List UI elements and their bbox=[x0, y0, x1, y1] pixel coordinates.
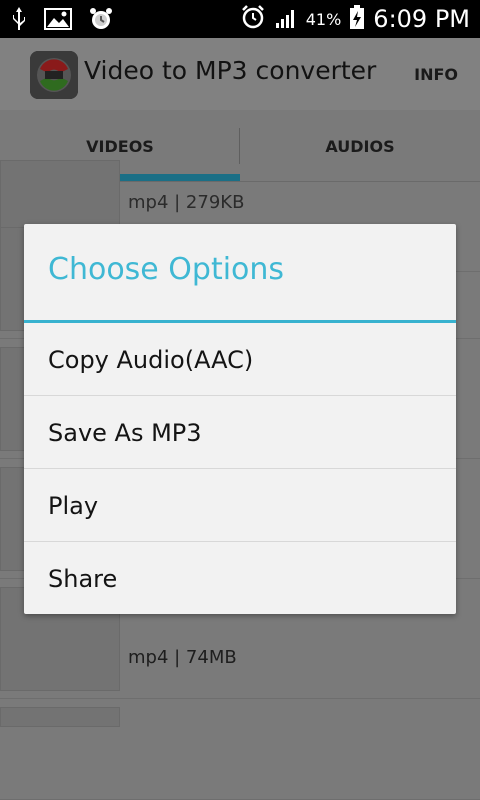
app-logo-icon bbox=[30, 51, 78, 99]
option-play[interactable]: Play bbox=[24, 469, 456, 542]
action-bar: Video to MP3 converter INFO bbox=[0, 38, 480, 110]
status-bar-notifications bbox=[10, 6, 114, 36]
battery-charging-icon bbox=[349, 4, 365, 34]
status-bar-system: 41% 6:09 PM bbox=[240, 4, 470, 34]
option-save-as-mp3[interactable]: Save As MP3 bbox=[24, 396, 456, 469]
list-item-meta: mp4 | 74MB bbox=[128, 647, 237, 668]
option-share[interactable]: Share bbox=[24, 542, 456, 615]
gallery-icon bbox=[44, 8, 72, 34]
option-copy-audio[interactable]: Copy Audio(AAC) bbox=[24, 323, 456, 396]
list-item[interactable] bbox=[0, 699, 480, 800]
battery-percent: 41% bbox=[305, 9, 342, 29]
list-item-meta: mp4 | 279KB bbox=[128, 192, 245, 213]
info-button[interactable]: INFO bbox=[414, 65, 458, 84]
app-title: Video to MP3 converter bbox=[84, 56, 377, 85]
signal-icon bbox=[274, 5, 298, 33]
alarm-clock-icon bbox=[240, 4, 266, 34]
status-bar-time: 6:09 PM bbox=[373, 5, 470, 33]
video-thumbnail bbox=[0, 707, 120, 727]
usb-icon bbox=[10, 6, 28, 36]
status-bar: 41% 6:09 PM bbox=[0, 0, 480, 38]
choose-options-dialog: Choose Options Copy Audio(AAC) Save As M… bbox=[24, 224, 456, 614]
alarm-app-icon bbox=[88, 6, 114, 36]
dialog-title: Choose Options bbox=[48, 252, 285, 287]
